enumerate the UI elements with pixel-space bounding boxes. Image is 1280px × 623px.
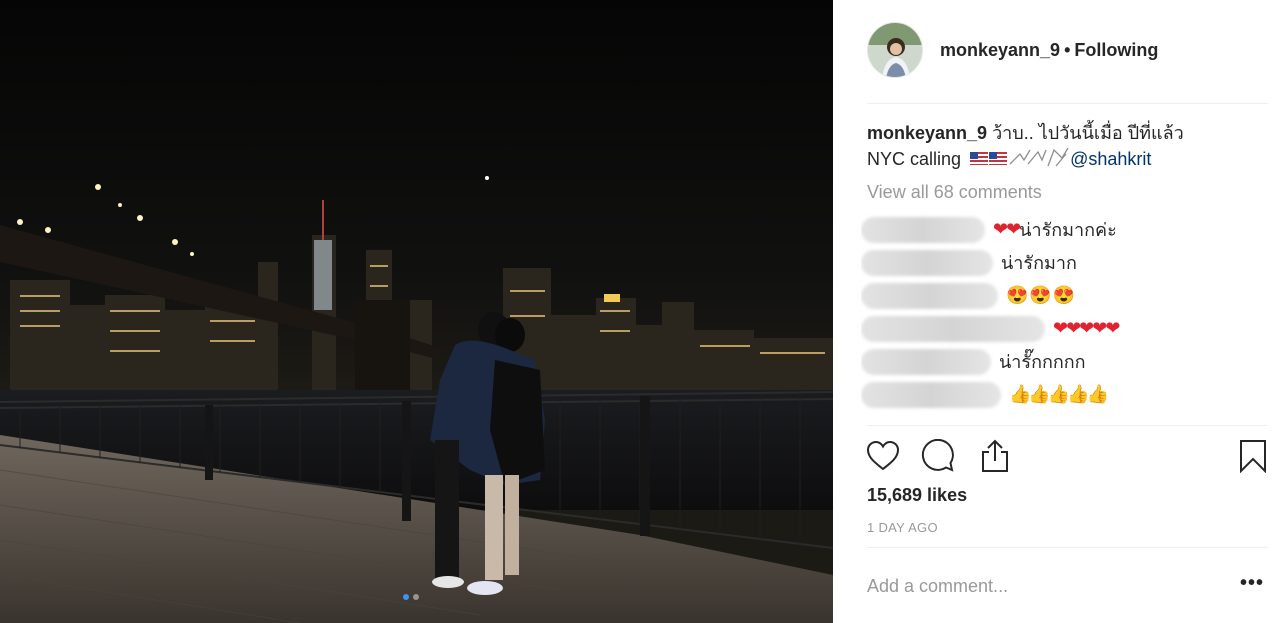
carousel-dot-active — [403, 594, 409, 600]
comments-list[interactable]: ❤❤ น่ารักมากค่ะ น่ารักมาก 😍😍😍 ❤❤❤❤❤ น่าร… — [861, 213, 1268, 421]
follow-status-button[interactable]: Following — [1074, 40, 1158, 60]
post-header: monkeyann_9 • Following — [867, 21, 1158, 79]
comment-text: น่ารักมากค่ะ — [1019, 220, 1117, 240]
header-separator: • — [1064, 39, 1071, 60]
more-options-button[interactable]: ••• — [1240, 572, 1264, 595]
caption-text-line1: ว้าบ.. ไปวันนี้เมื่อ ปีที่แล้ว — [992, 123, 1184, 143]
comment-row: ❤❤ น่ารักมากค่ะ — [861, 213, 1268, 246]
blurred-commenter-name — [861, 282, 998, 309]
blurred-commenter-name — [861, 381, 1001, 408]
caption-mention-link[interactable]: @shahkrit — [1070, 149, 1151, 169]
view-all-comments-link[interactable]: View all 68 comments — [867, 182, 1042, 203]
add-comment-divider — [867, 547, 1268, 548]
post-photo[interactable] — [0, 0, 833, 623]
avatar[interactable] — [867, 22, 923, 78]
comment-button[interactable] — [920, 438, 956, 474]
comment-row: น่ารั๊กกกกก — [861, 345, 1268, 378]
night-skyline-image — [0, 0, 833, 623]
header-username[interactable]: monkeyann_9 — [940, 40, 1060, 60]
speech-bubble-icon — [921, 439, 954, 472]
us-flag-emoji-icon — [970, 148, 1008, 174]
blurred-commenter-name — [861, 216, 985, 243]
comment-emoji: ❤❤ — [993, 219, 1021, 239]
caption-username[interactable]: monkeyann_9 — [867, 123, 987, 143]
post-side-panel: monkeyann_9 • Following monkeyann_9 ว้าบ..… — [833, 0, 1280, 623]
comment-row: 👍👍👍👍👍 — [861, 378, 1268, 411]
post-caption: monkeyann_9 ว้าบ.. ไปวันนี้เมื่อ ปีที่แล… — [867, 120, 1262, 175]
heart-outline-icon — [866, 440, 900, 471]
share-button[interactable] — [977, 438, 1013, 474]
share-upload-icon — [982, 439, 1008, 472]
save-button[interactable] — [1235, 438, 1271, 474]
header-divider — [867, 103, 1268, 104]
comment-emoji: ❤❤❤❤❤ — [1053, 318, 1120, 338]
post-timestamp[interactable]: 1 DAY AGO — [867, 520, 938, 535]
blurred-commenter-name — [861, 249, 993, 276]
comment-row: ❤❤❤❤❤ — [861, 312, 1268, 345]
comment-row: น่ารักมาก — [861, 246, 1268, 279]
likes-count[interactable]: 15,689 likes — [867, 485, 967, 506]
avatar-image — [868, 23, 922, 77]
caption-text-line2: NYC calling — [867, 149, 962, 169]
blurred-commenter-name — [861, 315, 1045, 342]
comment-text: น่ารั๊กกกกก — [999, 352, 1086, 372]
comments-divider — [867, 425, 1268, 426]
comment-emoji: 😍😍😍 — [1006, 285, 1077, 305]
carousel-dot — [413, 594, 419, 600]
bookmark-icon — [1240, 440, 1266, 473]
comment-emoji: 👍👍👍👍👍 — [1009, 384, 1109, 404]
blurred-commenter-name — [861, 348, 991, 375]
airplane-emoji-icon — [1008, 146, 1070, 175]
comment-text: น่ารักมาก — [1001, 253, 1077, 273]
post-actions-bar — [865, 438, 1271, 476]
like-button[interactable] — [865, 438, 901, 474]
comment-row: 😍😍😍 — [861, 279, 1268, 312]
header-user-line: monkeyann_9 • Following — [940, 40, 1158, 61]
add-comment-input[interactable] — [867, 573, 1207, 599]
carousel-indicator — [403, 594, 419, 600]
